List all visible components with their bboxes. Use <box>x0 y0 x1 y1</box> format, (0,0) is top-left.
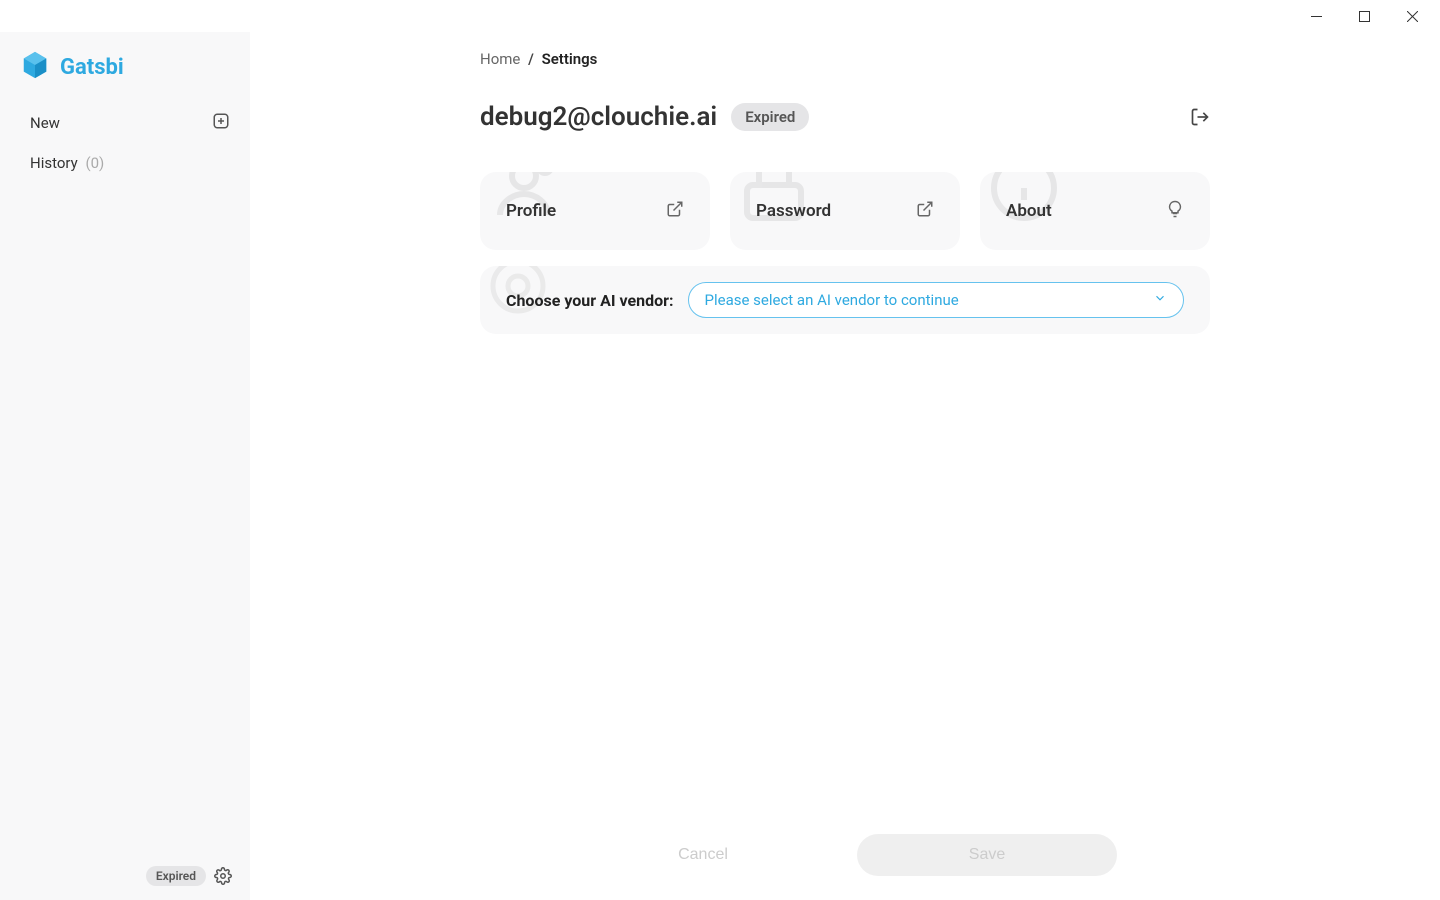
history-count: (0) <box>85 154 104 172</box>
logo[interactable]: Gatsbi <box>0 40 250 102</box>
breadcrumb-home[interactable]: Home <box>480 50 520 68</box>
main-content: Home / Settings debug2@clouchie.ai Expir… <box>250 32 1440 900</box>
chevron-down-icon <box>1153 291 1167 309</box>
sidebar-item-new[interactable]: New <box>0 102 250 144</box>
sidebar: Gatsbi New History (0) Expired <box>0 32 250 900</box>
maximize-button[interactable] <box>1344 2 1384 30</box>
account-email: debug2@clouchie.ai <box>480 102 717 132</box>
cancel-button[interactable]: Cancel <box>573 834 833 876</box>
minimize-button[interactable] <box>1296 2 1336 30</box>
external-link-icon <box>666 200 684 222</box>
account-status-badge: Expired <box>731 103 809 131</box>
password-label: Password <box>756 201 831 221</box>
account-header: debug2@clouchie.ai Expired <box>480 102 1210 132</box>
settings-cards: Profile Password <box>480 172 1210 250</box>
bulb-icon <box>1166 200 1184 222</box>
logout-button[interactable] <box>1190 107 1210 127</box>
plus-icon[interactable] <box>212 112 230 134</box>
sidebar-item-history[interactable]: History (0) <box>0 144 250 182</box>
gear-icon[interactable] <box>214 867 232 885</box>
action-bar: Cancel Save <box>250 834 1440 876</box>
new-label: New <box>30 114 60 132</box>
logo-icon <box>20 50 50 84</box>
vendor-placeholder: Please select an AI vendor to continue <box>705 291 959 309</box>
about-card[interactable]: About <box>980 172 1210 250</box>
profile-card[interactable]: Profile <box>480 172 710 250</box>
sidebar-footer: Expired <box>0 852 250 900</box>
external-link-icon <box>916 200 934 222</box>
breadcrumb-separator: / <box>528 50 534 68</box>
vendor-label: Choose your AI vendor: <box>506 291 674 310</box>
titlebar <box>0 0 1440 32</box>
profile-label: Profile <box>506 201 556 221</box>
app-name: Gatsbi <box>60 55 124 80</box>
about-label: About <box>1006 201 1052 221</box>
vendor-select[interactable]: Please select an AI vendor to continue <box>688 282 1184 318</box>
history-label: History <box>30 154 78 172</box>
save-button[interactable]: Save <box>857 834 1117 876</box>
status-badge: Expired <box>146 866 206 886</box>
password-card[interactable]: Password <box>730 172 960 250</box>
vendor-section: Choose your AI vendor: Please select an … <box>480 266 1210 334</box>
breadcrumb-current: Settings <box>542 50 598 68</box>
close-button[interactable] <box>1392 2 1432 30</box>
breadcrumb: Home / Settings <box>480 50 1210 68</box>
